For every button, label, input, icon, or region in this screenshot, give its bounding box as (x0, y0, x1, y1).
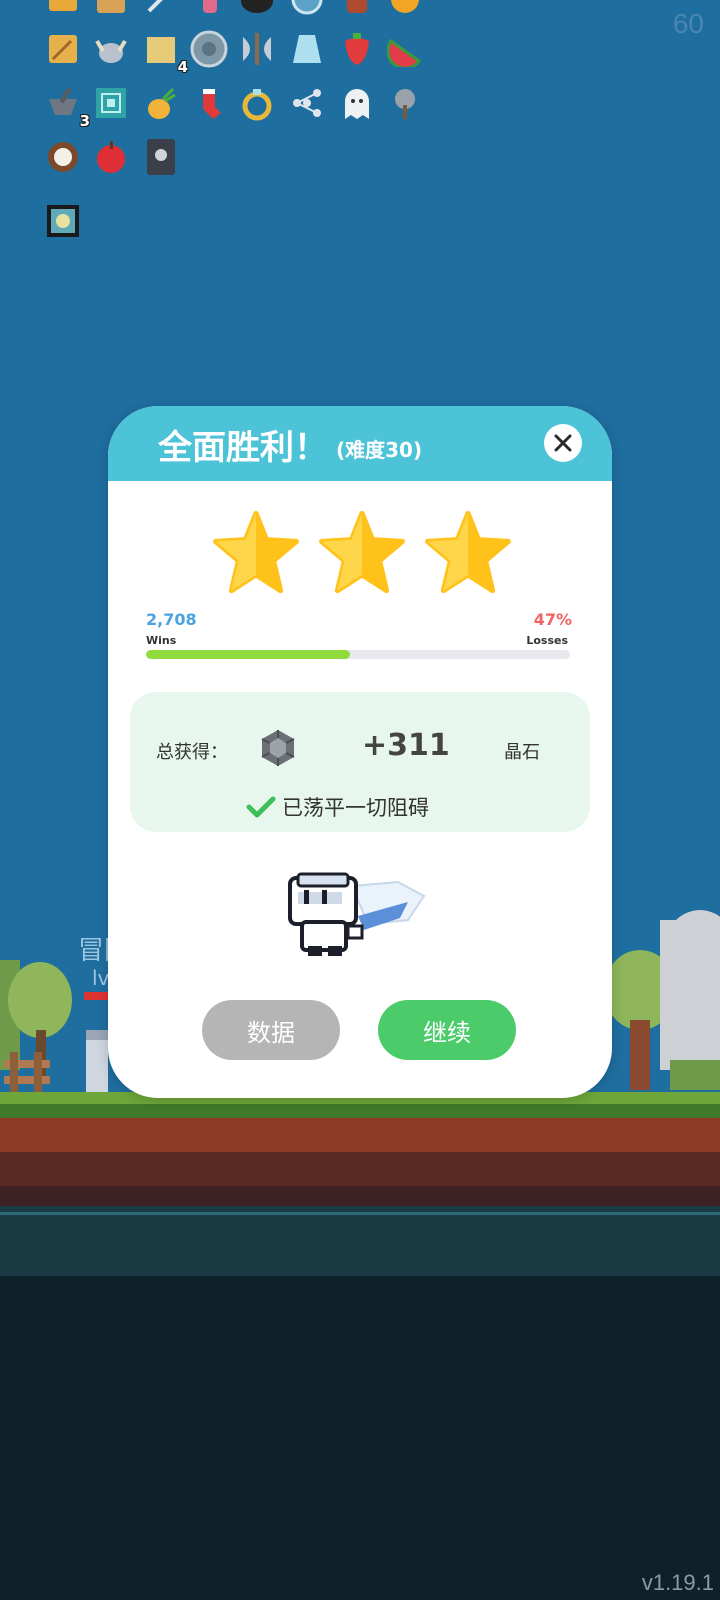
npc-knight (86, 1030, 108, 1092)
robe-icon[interactable] (286, 28, 328, 70)
shield-orb-icon[interactable] (286, 0, 328, 20)
losses-label: Losses (526, 634, 568, 647)
star-icon (425, 510, 511, 594)
crystal-gem-icon (261, 730, 295, 766)
wins-value: 2,708 (146, 610, 197, 629)
win-rate-fill (146, 650, 350, 659)
close-button[interactable] (544, 424, 582, 462)
inventory-grid: 4 3 (0, 0, 440, 250)
viking-helmet-icon[interactable] (90, 28, 132, 70)
dialog-header: 全面胜利！ (难度30) (108, 406, 612, 481)
orange-icon[interactable] (384, 0, 426, 20)
sword-icon[interactable] (140, 0, 182, 20)
victory-dialog: 全面胜利！ (难度30) 2,708 Wins 47% Losses 总获得： … (108, 406, 612, 1098)
completion-text: 已荡平一切阻碍 (282, 796, 429, 820)
wins-label: Wins (146, 634, 177, 647)
fps-counter: 60 (672, 8, 704, 39)
continue-button[interactable]: 继续 (378, 1000, 516, 1060)
potion-icon[interactable] (188, 0, 230, 20)
battle-axe-icon[interactable] (236, 28, 278, 70)
stats-button[interactable]: 数据 (202, 1000, 340, 1060)
reward-unit: 晶石 (504, 742, 540, 763)
red-apple-icon[interactable] (90, 136, 132, 178)
sock-icon[interactable] (188, 82, 230, 124)
journal-icon[interactable] (42, 28, 84, 70)
glowing-gem-icon[interactable] (42, 200, 84, 242)
star-rating (212, 510, 512, 600)
spiral-rune-icon[interactable] (90, 82, 132, 124)
completion-status: 已荡平一切阻碍 (246, 792, 429, 822)
bg-character-level: lv (92, 966, 110, 990)
checkmark-icon (246, 796, 276, 818)
coconut-icon[interactable] (42, 136, 84, 178)
reward-amount: +311 (362, 728, 450, 763)
lantern-icon[interactable] (336, 0, 378, 20)
map-icon[interactable]: 4 (140, 28, 188, 76)
gold-ring-icon[interactable] (236, 82, 278, 124)
molecule-icon[interactable] (286, 82, 328, 124)
reward-label: 总获得： (156, 742, 228, 763)
round-shield-icon[interactable] (188, 28, 230, 70)
difficulty-label: (难度30) (336, 438, 423, 462)
item-count: 3 (79, 112, 90, 130)
pineapple-icon[interactable] (140, 82, 182, 124)
version-label: v1.19.1 (641, 1570, 714, 1595)
win-rate-bar (146, 650, 570, 659)
strawberry-icon[interactable] (336, 28, 378, 70)
reward-panel: 总获得： +311 晶石 已荡平一切阻碍 (130, 692, 590, 832)
close-icon (554, 434, 572, 452)
star-icon (319, 510, 405, 594)
skull-book-icon[interactable] (140, 136, 182, 178)
spiked-mace-icon[interactable] (384, 82, 426, 124)
star-icon (213, 510, 299, 594)
dialog-title: 全面胜利！ (158, 428, 328, 468)
scroll-icon[interactable] (42, 0, 84, 20)
parchment-icon[interactable] (90, 0, 132, 20)
losses-value: 47% (533, 610, 572, 629)
hero-character-sprite (288, 872, 426, 956)
ghost-icon[interactable] (336, 82, 378, 124)
mortar-pestle-icon[interactable]: 3 (42, 82, 90, 130)
watermelon-icon[interactable] (384, 28, 426, 70)
item-count: 4 (177, 58, 188, 76)
cauldron-icon[interactable] (236, 0, 278, 20)
